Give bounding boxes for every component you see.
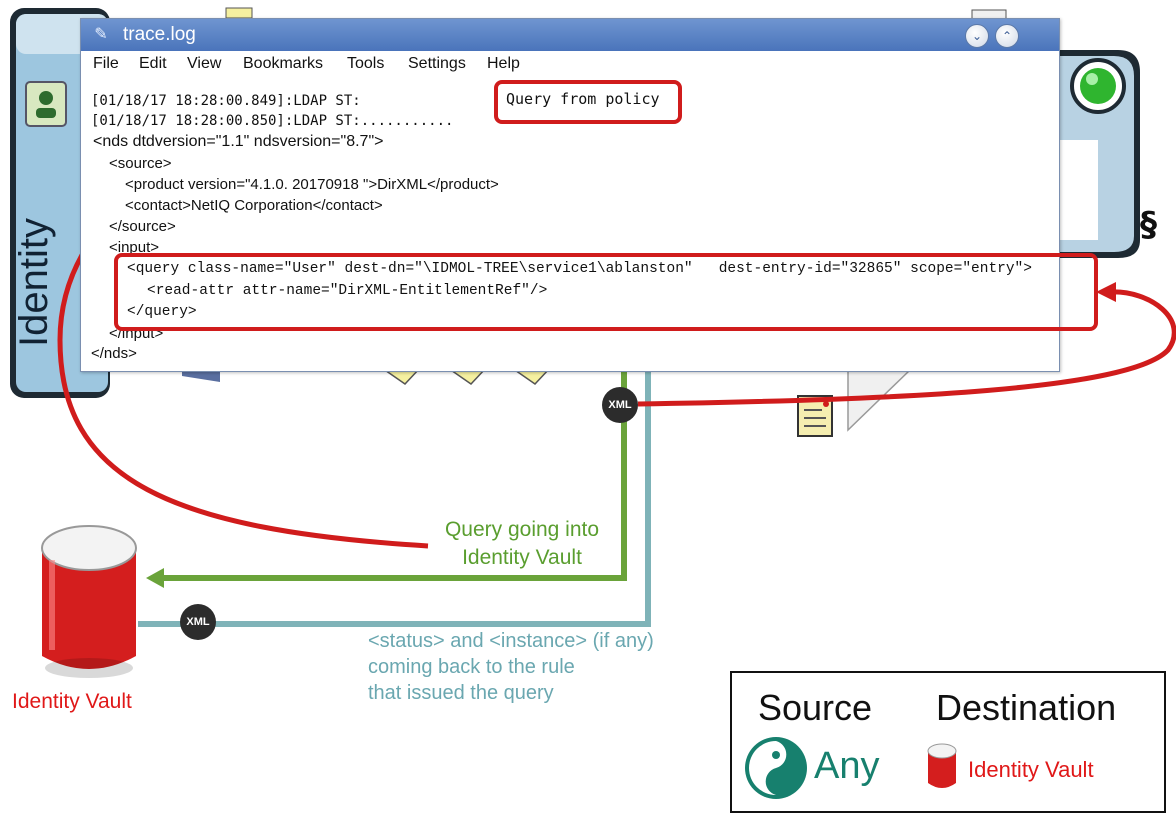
caption-line: <status> and <instance> (if any) — [368, 630, 654, 652]
menu-help[interactable]: Help — [487, 55, 520, 73]
xml-source-open: <source> — [109, 155, 172, 172]
query-block-highlight — [114, 253, 1098, 331]
xml-badge: XML — [602, 387, 638, 423]
query-from-policy-label: Query from policy — [506, 90, 660, 108]
log-line: [01/18/17 18:28:00.850]:LDAP ST:........… — [91, 113, 454, 129]
menu-view[interactable]: View — [187, 55, 221, 73]
legend-destination-heading: Destination — [936, 687, 1117, 728]
menu-edit[interactable]: Edit — [139, 55, 167, 73]
menu-settings[interactable]: Settings — [408, 55, 466, 73]
caption-line: Query going into — [444, 518, 600, 541]
legend-source-heading: Source — [758, 687, 873, 728]
xml-contact: <contact>NetIQ Corporation</contact> — [125, 197, 383, 214]
destination-database-icon — [927, 743, 957, 788]
log-line: [01/18/17 18:28:00.849]:LDAP ST: — [91, 93, 361, 109]
link-icon: § — [1140, 205, 1157, 245]
title-bar[interactable]: ✎ trace.log ⌄ ⌃ — [81, 19, 1059, 51]
side-panel-label: Identity — [11, 218, 56, 347]
status-flow-line — [138, 360, 651, 627]
xml-nds-close: </nds> — [91, 345, 137, 362]
caption-line: coming back to the rule — [368, 656, 575, 678]
address-book-icon — [25, 81, 67, 127]
xml-nds-open: <nds dtdversion="1.1" ndsversion="8.7"> — [93, 133, 384, 150]
database-icon — [41, 525, 137, 678]
menu-bookmarks[interactable]: Bookmarks — [243, 55, 323, 73]
minimize-button[interactable]: ⌄ — [965, 24, 989, 48]
xml-source-close: </source> — [109, 218, 176, 235]
query-into-vault-caption: Query going into Identity Vault — [414, 516, 630, 572]
legend: Source Destination Any Identity Vault — [730, 671, 1166, 813]
query-from-policy-highlight: Query from policy — [494, 80, 682, 124]
caption-line: Identity Vault — [462, 546, 582, 569]
maximize-button[interactable]: ⌃ — [995, 24, 1019, 48]
green-status-light-icon — [1070, 58, 1126, 114]
xml-badge: XML — [180, 604, 216, 640]
legend-source-value: Any — [814, 745, 880, 787]
menu-file[interactable]: File — [93, 55, 119, 73]
status-back-caption: <status> and <instance> (if any) coming … — [368, 628, 654, 706]
identity-vault-label: Identity Vault — [12, 690, 132, 713]
legend-destination-value: Identity Vault — [968, 757, 1094, 782]
xml-product: <product version="4.1.0. 20170918 ">DirX… — [125, 176, 499, 193]
source-any-icon — [745, 737, 807, 799]
menu-tools[interactable]: Tools — [347, 55, 384, 73]
caption-line: that issued the query — [368, 682, 554, 704]
app-icon: ✎ — [94, 26, 108, 43]
window-title: trace.log — [123, 24, 196, 45]
